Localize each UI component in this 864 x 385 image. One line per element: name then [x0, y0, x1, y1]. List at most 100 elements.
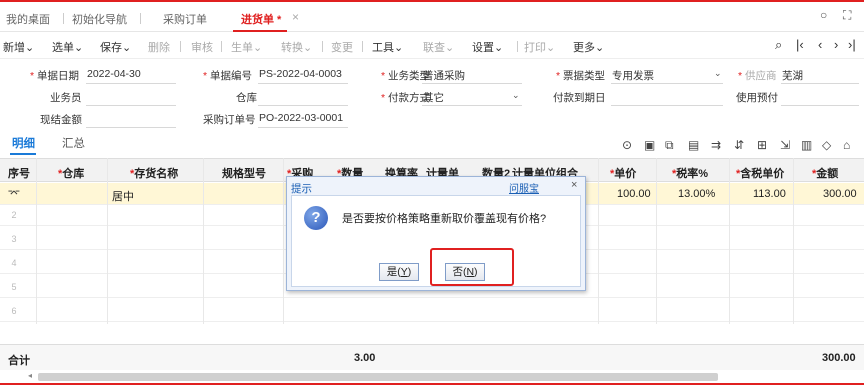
row-number: 4 — [11, 258, 17, 268]
tab-detail[interactable]: 明细 — [12, 135, 35, 151]
col-item-name[interactable]: *存货名称 — [130, 165, 178, 181]
highlight-box — [430, 248, 514, 286]
col-tax-rate[interactable]: *税率% — [672, 165, 708, 181]
table-row[interactable]: 6 — [0, 301, 864, 322]
copy-icon[interactable]: ⧉ — [665, 138, 674, 153]
dialog-message: 是否要按价格策略重新取价覆盖现有价格? — [342, 213, 547, 225]
row-edit-icon[interactable]: ⌤ — [0, 183, 28, 204]
column-divider — [203, 158, 204, 324]
close-icon[interactable]: × — [571, 179, 577, 191]
linked-query-button[interactable]: 联查⌄ — [423, 39, 454, 55]
cell-price[interactable]: 100.00 — [617, 188, 651, 200]
more-button[interactable]: 更多⌄ — [573, 39, 604, 55]
active-tab-indicator — [233, 30, 287, 32]
pay-method-select[interactable]: 其它 — [423, 90, 444, 105]
active-subtab-indicator — [10, 153, 36, 155]
gen-doc-button[interactable]: 生单⌄ — [231, 39, 262, 55]
export-icon[interactable]: ⇲ — [780, 138, 790, 152]
cell-tax-rate[interactable]: 13.00% — [678, 188, 715, 200]
field-underline — [258, 83, 348, 84]
select-doc-button[interactable]: 选单⌄ — [52, 39, 83, 55]
home-icon[interactable]: ⌂ — [843, 138, 850, 152]
toolbar-divider — [322, 41, 323, 52]
tab-receipt[interactable]: 进货单 * — [241, 11, 281, 27]
paste-icon[interactable]: ▤ — [688, 138, 699, 152]
next-record-icon[interactable]: › — [834, 37, 838, 52]
doc-date-field[interactable]: 2022-04-30 — [87, 68, 141, 80]
save-button[interactable]: 保存⌄ — [100, 39, 131, 55]
audit-button[interactable]: 审核 — [191, 39, 213, 55]
supplier-field[interactable]: 芜湖 — [782, 68, 803, 83]
field-underline — [258, 127, 348, 128]
print-button[interactable]: 打印⌄ — [524, 39, 555, 55]
row-number: 3 — [11, 234, 17, 244]
last-record-icon[interactable]: ›| — [848, 37, 856, 52]
split-icon[interactable]: ⇉ — [711, 138, 721, 152]
invoice-type-select[interactable]: 专用发票 — [612, 68, 654, 83]
tab-summary[interactable]: 汇总 — [62, 135, 85, 151]
batch-icon[interactable]: ⊞ — [757, 138, 767, 152]
column-divider — [793, 158, 794, 324]
merge-icon[interactable]: ⇵ — [734, 138, 744, 152]
columns-icon[interactable]: ▥ — [801, 138, 812, 152]
po-no-label: 采购订单号 — [203, 114, 256, 126]
tab-bar: 我的桌面 初始化导航 采购订单 进货单 * × ○ ⛶ — [0, 2, 864, 32]
warehouse-label: 仓库 — [236, 92, 257, 104]
col-seq[interactable]: 序号 — [8, 165, 30, 181]
scroll-left-icon[interactable]: ◂ — [28, 371, 32, 380]
cell-tax-price[interactable]: 113.00 — [753, 188, 786, 200]
field-underline — [611, 83, 723, 84]
col-tax-price[interactable]: *含税单价 — [736, 165, 784, 181]
prev-record-icon[interactable]: ‹ — [818, 37, 822, 52]
tools-button[interactable]: 工具⌄ — [372, 39, 403, 55]
col-amount[interactable]: *金额 — [812, 165, 838, 181]
warehouse-field[interactable] — [258, 105, 348, 106]
total-qty: 3.00 — [354, 352, 376, 364]
eraser-icon[interactable]: ◇ — [822, 138, 831, 152]
tab-init-guide[interactable]: 初始化导航 — [72, 11, 127, 27]
toolbar: 新增⌄ 选单⌄ 保存⌄ 删除 审核 生单⌄ 转换⌄ 变更 工具⌄ 联查⌄ 设置⌄… — [0, 33, 864, 59]
toolbar-divider — [362, 41, 363, 52]
search-icon[interactable]: ○ — [820, 8, 827, 22]
pay-due-label: 付款到期日 — [553, 92, 606, 104]
locate-icon[interactable]: ⌕ — [775, 37, 782, 53]
field-underline — [422, 83, 522, 84]
column-divider — [283, 158, 284, 324]
po-no-field[interactable]: PO-2022-03-0001 — [259, 112, 343, 124]
yes-button[interactable]: 是(Y) — [379, 263, 419, 281]
maximize-icon[interactable]: ⛶ — [843, 8, 851, 23]
close-icon[interactable]: × — [292, 10, 299, 24]
biz-type-field[interactable]: 普通采购 — [423, 68, 465, 83]
supplier-label: * 供应商 — [738, 70, 777, 82]
chevron-down-icon[interactable]: ⌄ — [512, 90, 520, 101]
cash-amount-field[interactable] — [86, 127, 176, 128]
convert-button[interactable]: 转换⌄ — [281, 39, 312, 55]
pay-due-field[interactable] — [611, 105, 723, 106]
cell-amount[interactable]: 300.00 — [823, 188, 857, 200]
doc-no-field[interactable]: PS-2022-04-0003 — [259, 68, 342, 80]
chevron-down-icon[interactable]: ⌄ — [714, 68, 722, 79]
settings-button[interactable]: 设置⌄ — [472, 39, 503, 55]
clerk-field[interactable] — [86, 105, 176, 106]
tab-purchase-order[interactable]: 采购订单 — [163, 11, 207, 27]
toolbar-divider — [517, 41, 518, 52]
new-button[interactable]: 新增⌄ — [3, 39, 34, 55]
delete-button[interactable]: 删除 — [148, 39, 170, 55]
horizontal-scrollbar[interactable] — [38, 373, 718, 381]
col-price[interactable]: *单价 — [610, 165, 636, 181]
cell-item-name[interactable]: 居中 — [112, 188, 134, 204]
tab-divider — [63, 13, 64, 24]
dialog-help-link[interactable]: 问服宝 — [509, 180, 539, 195]
col-spec[interactable]: 规格型号 — [222, 165, 266, 181]
location-icon[interactable]: ⊙ — [622, 138, 632, 152]
total-row: 合计 3.00 300.00 — [0, 344, 864, 370]
field-underline — [422, 105, 522, 106]
grid-icon[interactable]: ▣ — [644, 138, 655, 152]
change-button[interactable]: 变更 — [331, 39, 353, 55]
first-record-icon[interactable]: |‹ — [796, 37, 804, 52]
col-warehouse[interactable]: *仓库 — [58, 165, 84, 181]
use-prepay-field[interactable] — [781, 105, 859, 106]
tab-desktop[interactable]: 我的桌面 — [6, 11, 50, 27]
row-number: 6 — [11, 306, 17, 316]
total-label: 合计 — [8, 355, 30, 367]
